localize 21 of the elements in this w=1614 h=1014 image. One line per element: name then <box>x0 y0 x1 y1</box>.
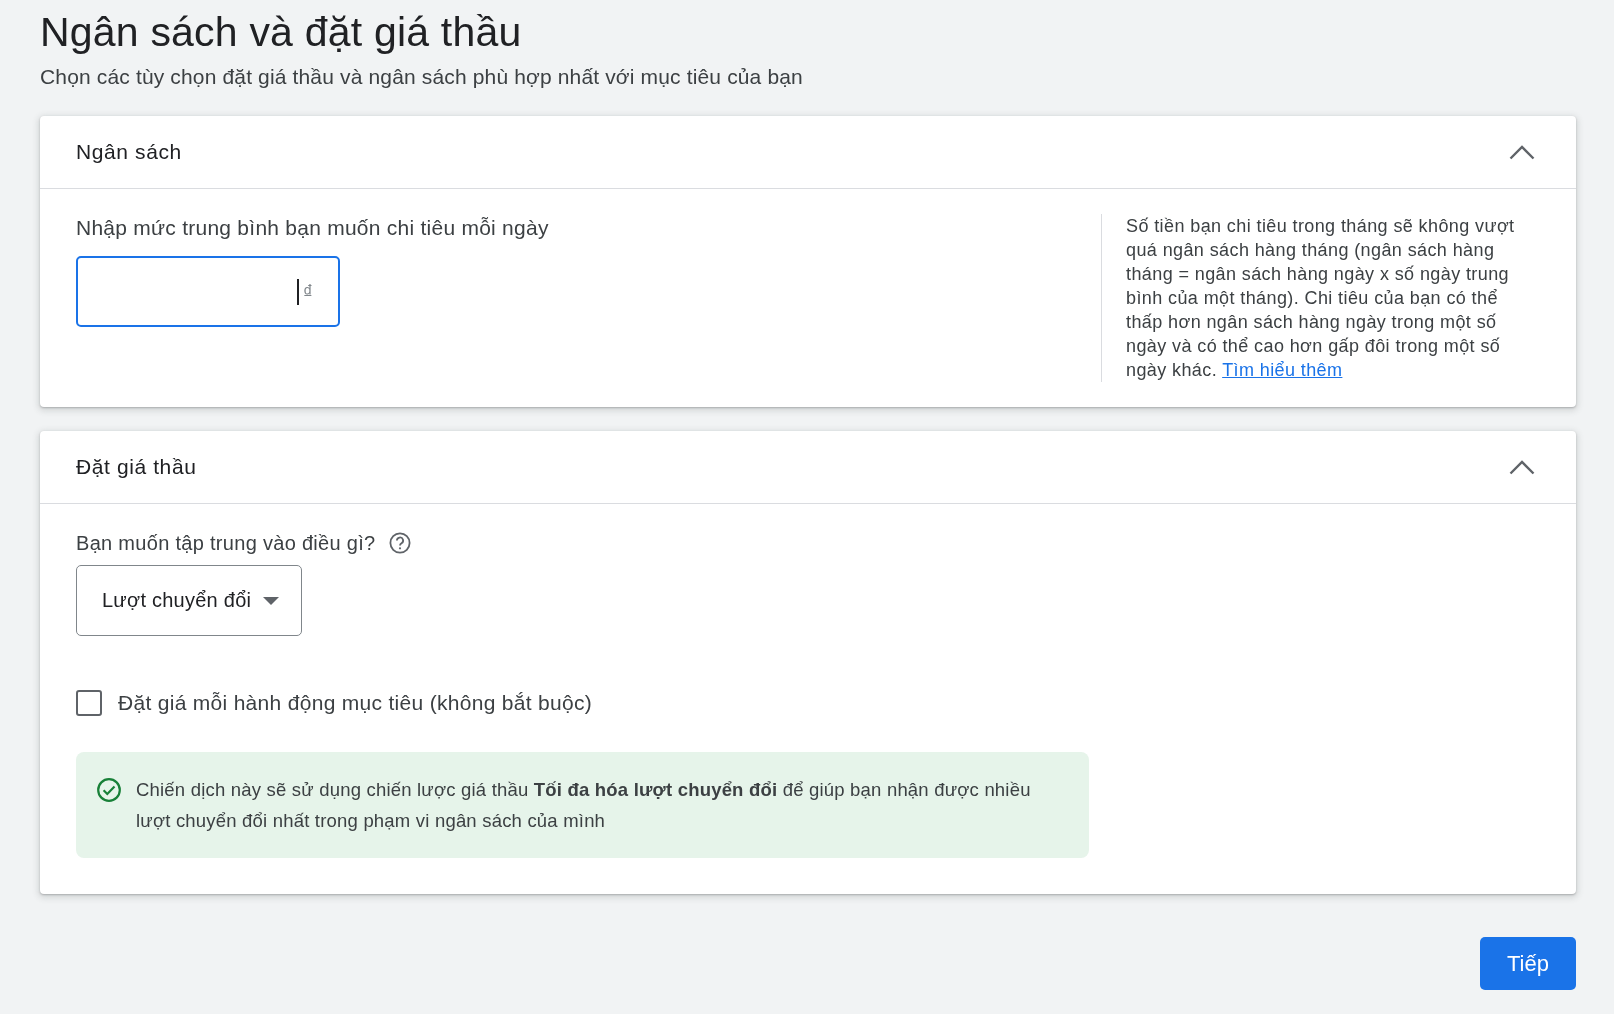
next-button[interactable]: Tiếp <box>1480 937 1576 990</box>
section-title: Đặt giá thầu <box>76 455 197 479</box>
checkbox-label: Đặt giá mỗi hành động mục tiêu (không bắt buộc) <box>118 691 593 715</box>
budget-input-field[interactable]: ₫ <box>76 256 340 327</box>
notice-text: Chiến dịch này sẽ sử dụng chiến lược giá thầu Tối đa hóa lượt chuyển đổi để giúp bạn nhận được nhiều lượt chuyển đổi nhất trong phạm vi ngân sách của mình <box>136 778 1032 833</box>
learn-more-link[interactable]: Tìm hiểu thêm <box>1222 360 1343 380</box>
help-icon[interactable] <box>388 532 411 554</box>
currency-suffix: ₫ <box>302 279 313 304</box>
chevron-up-icon[interactable] <box>1509 459 1535 475</box>
field-label: Nhập mức trung bình bạn muốn chi tiêu mỗi ngày <box>76 216 549 240</box>
help-text: Số tiền bạn chi tiêu trong tháng sẽ không vượt quá ngân sách hàng tháng (ngân sách hàng tháng = ngân sách hàng ngày x số ngày trung bình của một tháng). Chi tiêu của bạn có thể thấp hơn ngân sách hàng ngày trong một số ngày và có thể cao hơn gấp đôi trong một số ngày khác. Tìm hiểu thêm <box>1126 215 1516 382</box>
page-title: Ngân sách và đặt giá thầu <box>40 8 522 56</box>
question-label: Bạn muốn tập trung vào điều gì? <box>76 531 376 555</box>
check-circle-icon <box>97 777 121 802</box>
checkbox[interactable] <box>76 690 102 716</box>
chevron-up-icon[interactable] <box>1509 144 1535 160</box>
page-subtitle: Chọn các tùy chọn đặt giá thầu và ngân sách phù hợp nhất với mục tiêu của bạn <box>40 64 803 90</box>
conversion-dropdown[interactable]: Lượt chuyển đổi <box>76 565 303 636</box>
caret-down-icon <box>263 596 280 605</box>
text-cursor-icon <box>296 278 299 305</box>
section-title: Ngân sách <box>76 140 182 164</box>
